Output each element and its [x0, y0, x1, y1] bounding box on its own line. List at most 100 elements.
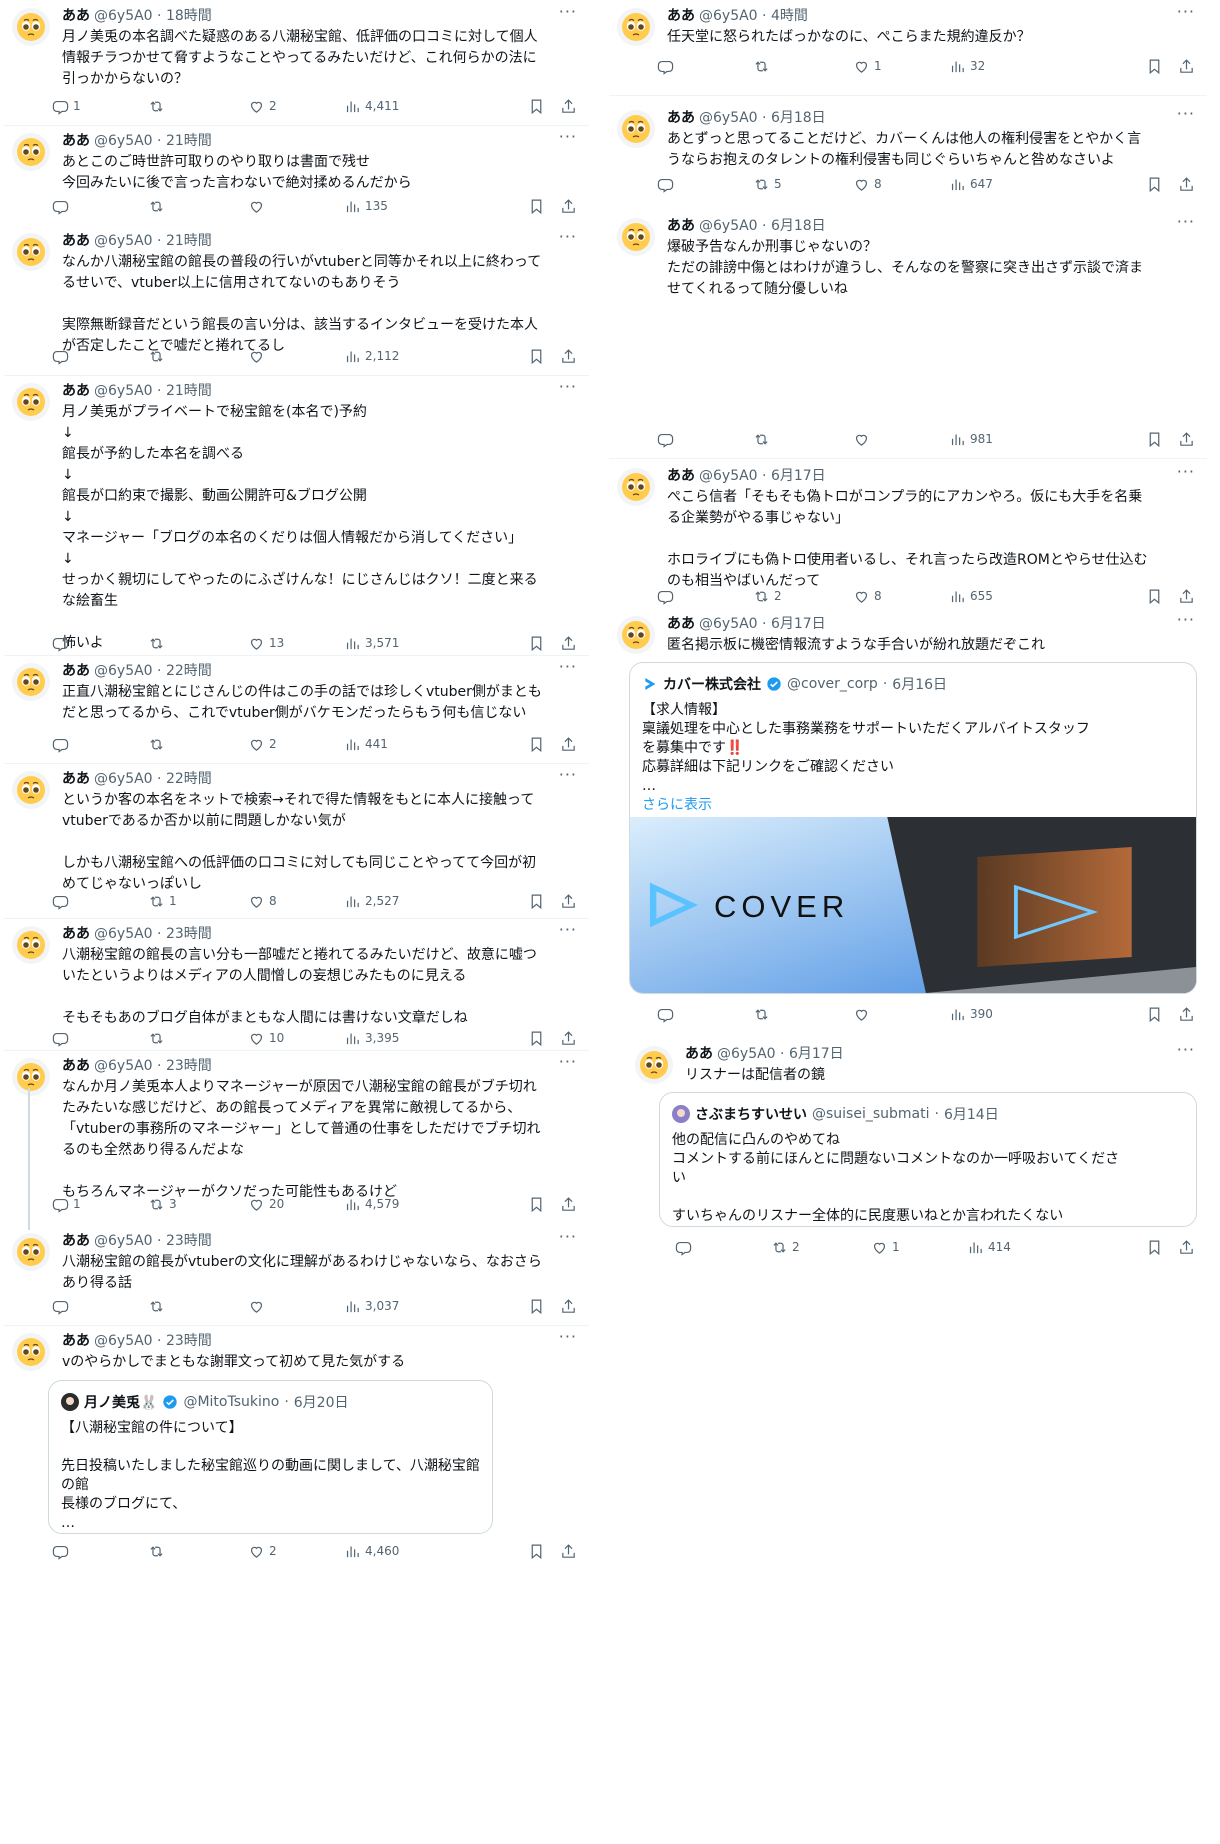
- retweet-button[interactable]: 5: [753, 173, 782, 195]
- tweet-time[interactable]: 18時間: [166, 8, 212, 24]
- reply-button[interactable]: [657, 173, 678, 195]
- more-icon[interactable]: ···: [559, 920, 577, 940]
- like-button[interactable]: 20: [248, 1193, 284, 1215]
- like-button[interactable]: 8: [248, 890, 277, 912]
- views-button[interactable]: 655: [949, 585, 993, 607]
- bookmark-button[interactable]: [528, 1295, 545, 1317]
- avatar[interactable]: [617, 468, 655, 506]
- views-button[interactable]: 3,395: [344, 1027, 399, 1049]
- tweet-time[interactable]: 6月18日: [771, 110, 826, 126]
- tweet-time[interactable]: 22時間: [166, 771, 212, 787]
- user-name[interactable]: ああ: [667, 218, 695, 234]
- views-button[interactable]: 32: [949, 55, 985, 77]
- user-handle[interactable]: @6y5A0 · 6月17日: [699, 468, 826, 484]
- avatar[interactable]: [12, 926, 50, 964]
- avatar[interactable]: [12, 771, 50, 809]
- reply-button[interactable]: [52, 890, 73, 912]
- tweet[interactable]: ああ @6y5A0 · 21時間 ··· なんか八潮秘宝館の館長の普段の行いがvtub…: [4, 225, 589, 376]
- user-name[interactable]: ああ: [62, 133, 90, 149]
- reply-button[interactable]: [657, 585, 678, 607]
- views-button[interactable]: 2,112: [344, 345, 399, 367]
- bookmark-button[interactable]: [528, 1193, 545, 1215]
- like-button[interactable]: [248, 195, 269, 217]
- show-more-link[interactable]: さらに表示: [642, 797, 712, 813]
- share-button[interactable]: [1178, 1003, 1195, 1025]
- tweet[interactable]: ああ @6y5A0 · 18時間 ··· 月ノ美兎の本名調べた疑惑のある八潮秘宝館、低…: [4, 0, 589, 126]
- bookmark-button[interactable]: [1146, 585, 1163, 607]
- avatar[interactable]: [12, 8, 50, 46]
- more-icon[interactable]: ···: [1177, 462, 1195, 482]
- tweet-time[interactable]: 6月17日: [771, 468, 826, 484]
- share-button[interactable]: [560, 1540, 577, 1562]
- tweet-time[interactable]: 21時間: [166, 233, 212, 249]
- user-name[interactable]: ああ: [667, 8, 695, 24]
- tweet-time[interactable]: 6月17日: [771, 616, 826, 632]
- reply-button[interactable]: [52, 345, 73, 367]
- retweet-button[interactable]: [148, 1295, 169, 1317]
- user-name[interactable]: ああ: [62, 383, 90, 399]
- quote-time[interactable]: 6月20日: [294, 1392, 349, 1412]
- avatar[interactable]: [12, 133, 50, 171]
- user-handle[interactable]: @6y5A0 · 23時間: [94, 1058, 212, 1074]
- retweet-button[interactable]: [148, 95, 169, 117]
- more-icon[interactable]: ···: [1177, 212, 1195, 232]
- quote-image[interactable]: COVER: [630, 817, 1196, 993]
- tweet-time[interactable]: 21時間: [166, 133, 212, 149]
- views-button[interactable]: 4,460: [344, 1540, 399, 1562]
- share-button[interactable]: [1178, 428, 1195, 450]
- views-button[interactable]: 3,037: [344, 1295, 399, 1317]
- views-button[interactable]: 647: [949, 173, 993, 195]
- share-button[interactable]: [560, 632, 577, 654]
- reply-button[interactable]: [52, 1540, 73, 1562]
- more-icon[interactable]: ···: [559, 377, 577, 397]
- retweet-button[interactable]: [148, 345, 169, 367]
- bookmark-button[interactable]: [528, 195, 545, 217]
- retweet-button[interactable]: 1: [148, 890, 177, 912]
- more-icon[interactable]: ···: [559, 1227, 577, 1247]
- bookmark-button[interactable]: [528, 733, 545, 755]
- reply-button[interactable]: 1: [52, 95, 81, 117]
- tweet-time[interactable]: 23時間: [166, 1058, 212, 1074]
- reply-button[interactable]: [52, 632, 73, 654]
- avatar[interactable]: [12, 383, 50, 421]
- user-handle[interactable]: @6y5A0 · 21時間: [94, 233, 212, 249]
- bookmark-button[interactable]: [528, 1540, 545, 1562]
- user-name[interactable]: ああ: [685, 1046, 713, 1062]
- reply-button[interactable]: [657, 55, 678, 77]
- tweet-time[interactable]: 23時間: [166, 1333, 212, 1349]
- views-button[interactable]: 981: [949, 428, 993, 450]
- avatar[interactable]: [617, 110, 655, 148]
- user-name[interactable]: ああ: [62, 1233, 90, 1249]
- like-button[interactable]: 13: [248, 632, 284, 654]
- reply-button[interactable]: [52, 733, 73, 755]
- tweet[interactable]: ああ @6y5A0 · 23時間 ··· 八潮秘宝館の館長の言い分も一部嘘だと捲れてる…: [4, 918, 589, 1051]
- reply-button[interactable]: [657, 428, 678, 450]
- tweet[interactable]: ああ @6y5A0 · 4時間 ··· 任天堂に怒られたばっかなのに、ぺこらまた規約違…: [609, 0, 1207, 96]
- tweet[interactable]: ああ @6y5A0 · 6月17日 ··· リスナーは配信者の鏡 さぶまちすいせい @su…: [609, 1038, 1207, 1273]
- user-handle[interactable]: @6y5A0 · 6月18日: [699, 218, 826, 234]
- bookmark-button[interactable]: [528, 345, 545, 367]
- user-handle[interactable]: @6y5A0 · 6月18日: [699, 110, 826, 126]
- share-button[interactable]: [1178, 55, 1195, 77]
- tweet-time[interactable]: 22時間: [166, 663, 212, 679]
- bookmark-button[interactable]: [1146, 55, 1163, 77]
- tweet[interactable]: ああ @6y5A0 · 23時間 ··· なんか月ノ美兎本人よりマネージャーが原因で八…: [4, 1050, 589, 1230]
- views-button[interactable]: 3,571: [344, 632, 399, 654]
- retweet-button[interactable]: [753, 1003, 774, 1025]
- quote-author-handle[interactable]: @MitoTsukino: [183, 1394, 279, 1410]
- more-icon[interactable]: ···: [559, 127, 577, 147]
- like-button[interactable]: 2: [248, 733, 277, 755]
- quoted-tweet[interactable]: 月ノ美兎🐰 @MitoTsukino · 6月20日 【八潮秘宝館の件について】 先日投…: [48, 1380, 493, 1534]
- avatar[interactable]: [635, 1046, 673, 1084]
- retweet-button[interactable]: [753, 428, 774, 450]
- quote-time[interactable]: 6月16日: [892, 674, 947, 694]
- user-handle[interactable]: @6y5A0 · 22時間: [94, 771, 212, 787]
- share-button[interactable]: [560, 1027, 577, 1049]
- bookmark-button[interactable]: [528, 890, 545, 912]
- reply-button[interactable]: 1: [52, 1193, 81, 1215]
- user-name[interactable]: ああ: [62, 926, 90, 942]
- share-button[interactable]: [560, 345, 577, 367]
- views-button[interactable]: 4,579: [344, 1193, 399, 1215]
- like-button[interactable]: 1: [853, 55, 882, 77]
- user-handle[interactable]: @6y5A0 · 6月17日: [717, 1046, 844, 1062]
